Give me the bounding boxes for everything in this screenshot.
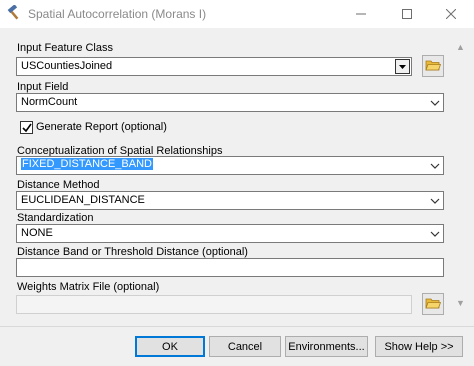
chevron-down-icon: [430, 98, 440, 108]
environments-button[interactable]: Environments...: [285, 336, 368, 357]
input-feature-class-value: USCountiesJoined: [21, 60, 113, 72]
conceptualization-select[interactable]: FIXED_DISTANCE_BAND: [16, 156, 444, 175]
chevron-down-icon: [430, 196, 440, 206]
cancel-button[interactable]: Cancel: [209, 336, 281, 357]
input-field-value: NormCount: [21, 96, 78, 108]
window-title: Spatial Autocorrelation (Morans I): [28, 7, 207, 21]
distance-method-label: Distance Method: [17, 179, 100, 191]
ok-button[interactable]: OK: [135, 336, 205, 357]
scroll-down-icon[interactable]: ▼: [456, 298, 465, 308]
standardization-select[interactable]: NONE: [16, 224, 444, 243]
minimize-button[interactable]: [338, 0, 384, 28]
input-field-label: Input Field: [17, 81, 69, 93]
input-feature-class-label: Input Feature Class: [17, 42, 113, 54]
scrollbar[interactable]: [452, 28, 474, 324]
scroll-up-icon[interactable]: ▲: [456, 42, 465, 52]
weights-matrix-input[interactable]: [16, 295, 412, 314]
standardization-label: Standardization: [17, 212, 94, 224]
chevron-down-icon: [430, 161, 440, 171]
conceptualization-value: FIXED_DISTANCE_BAND: [21, 158, 153, 170]
input-field-select[interactable]: NormCount: [16, 93, 444, 112]
chevron-down-icon: [430, 229, 440, 239]
distance-band-label: Distance Band or Threshold Distance (opt…: [17, 246, 248, 258]
distance-method-value: EUCLIDEAN_DISTANCE: [21, 194, 145, 206]
chevron-down-icon[interactable]: [395, 59, 410, 74]
input-feature-class-combo[interactable]: USCountiesJoined: [16, 57, 412, 76]
title-bar: Spatial Autocorrelation (Morans I): [0, 0, 474, 28]
open-folder-icon: [425, 58, 442, 75]
distance-band-input[interactable]: [16, 258, 444, 277]
weights-matrix-label: Weights Matrix File (optional): [17, 281, 160, 293]
show-help-button[interactable]: Show Help >>: [375, 336, 463, 357]
open-folder-icon: [425, 296, 442, 313]
maximize-button[interactable]: [384, 0, 430, 28]
hammer-icon: [6, 4, 22, 21]
browse-weights-matrix-button[interactable]: [422, 293, 444, 315]
browse-feature-class-button[interactable]: [422, 55, 444, 77]
generate-report-checkbox[interactable]: [20, 121, 33, 134]
distance-method-select[interactable]: EUCLIDEAN_DISTANCE: [16, 191, 444, 210]
checkmark-icon: [22, 123, 32, 133]
close-button[interactable]: [428, 0, 474, 28]
standardization-value: NONE: [21, 227, 53, 239]
generate-report-label: Generate Report (optional): [36, 121, 167, 133]
